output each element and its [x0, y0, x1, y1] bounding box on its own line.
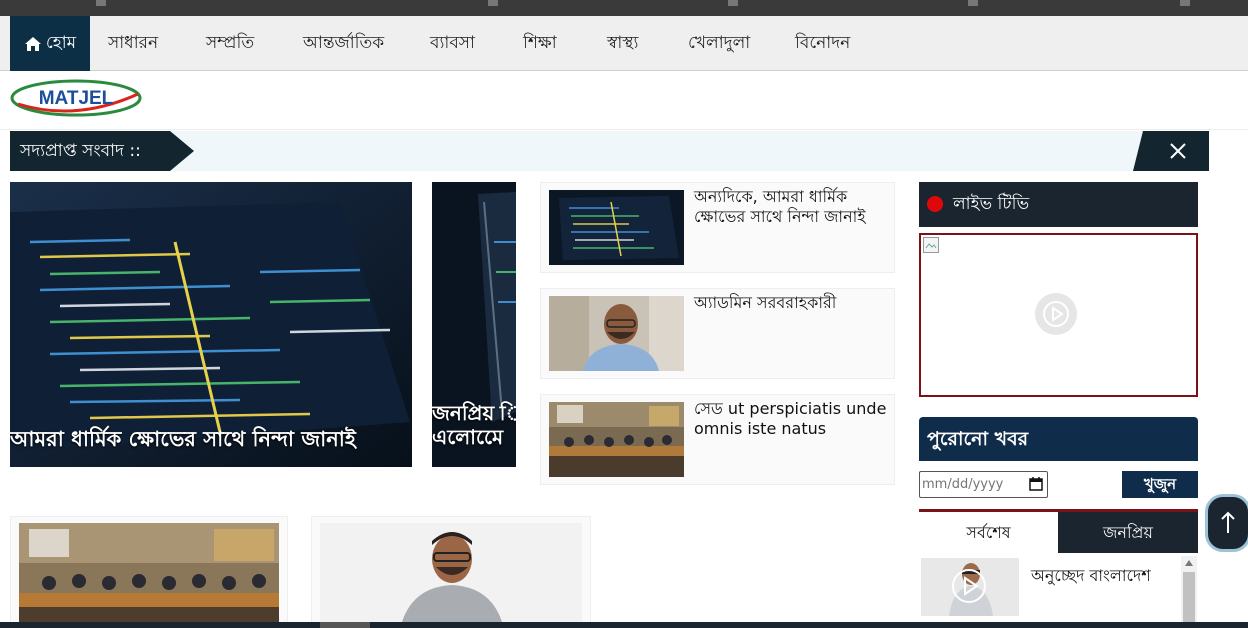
bottom-story-thumb-1 — [19, 523, 279, 627]
featured-title-2a[interactable]: জনপ্রিয় ি — [432, 401, 516, 425]
nav-item-international[interactable]: আন্তর্জাতিক — [303, 16, 384, 71]
news-card-thumb-1 — [549, 190, 684, 265]
news-card-title-1[interactable]: অন্যদিকে, আমরা ধার্মিক ক্ষোভের সাথে নিন্… — [694, 187, 889, 227]
broken-image-icon — [923, 237, 939, 253]
play-button[interactable] — [1035, 293, 1077, 335]
news-card-title-3[interactable]: সেড ut perspiciatis unde omnis iste natu… — [694, 399, 889, 439]
scroll-thumb[interactable] — [1183, 572, 1195, 626]
breaking-close-button[interactable] — [1133, 131, 1209, 171]
live-tv-player[interactable] — [919, 233, 1198, 397]
nav-home[interactable]: হোম — [10, 16, 90, 71]
bottom-story-thumb-2 — [320, 523, 582, 627]
news-card-1[interactable]: অন্যদিকে, আমরা ধার্মিক ক্ষোভের সাথে নিন্… — [540, 182, 895, 273]
scroll-up-arrow-icon[interactable] — [1181, 560, 1197, 570]
archive-title: পুরোনো খবর — [919, 417, 1198, 461]
browser-top-strip — [0, 0, 1248, 16]
live-tv-header: লাইভ টিভি — [919, 182, 1198, 227]
home-icon — [24, 36, 41, 51]
latest-item-thumb[interactable] — [921, 558, 1019, 616]
news-tabs: সর্বশেষ জনপ্রিয় — [919, 509, 1198, 553]
play-icon — [1043, 301, 1069, 327]
news-card-2[interactable]: অ্যাডমিন সরবরাহকারী — [540, 288, 895, 379]
featured-title-1[interactable]: আমরা ধার্মিক ক্ষোভের সাথে নিন্দা জানাই — [10, 427, 356, 451]
logo-text: MATJEL — [39, 88, 114, 109]
bottom-scrollbar[interactable] — [0, 622, 1248, 628]
breaking-news-bar: সদ্যপ্রাপ্ত সংবাদ :: — [10, 131, 1209, 171]
arrow-up-icon — [1221, 511, 1235, 533]
close-icon — [1170, 143, 1186, 159]
nav-item-education[interactable]: শিক্ষা — [523, 16, 557, 71]
nav-home-label: হোম — [45, 32, 77, 53]
tab-popular[interactable]: জনপ্রিয় — [1058, 512, 1198, 553]
live-dot-icon — [927, 196, 943, 212]
nav-item-health[interactable]: স্বাস্থ্য — [607, 16, 638, 71]
calendar-icon[interactable] — [1029, 477, 1043, 491]
back-to-top-button[interactable] — [1205, 494, 1248, 552]
featured-story-1[interactable]: আমরা ধার্মিক ক্ষোভের সাথে নিন্দা জানাই — [10, 182, 412, 467]
nav-item-recent[interactable]: সম্প্রতি — [206, 16, 254, 71]
news-card-3[interactable]: সেড ut perspiciatis unde omnis iste natu… — [540, 394, 895, 485]
news-card-title-2[interactable]: অ্যাডমিন সরবরাহকারী — [694, 293, 889, 313]
tab-latest[interactable]: সর্বশেষ — [919, 512, 1058, 553]
news-card-thumb-2 — [549, 296, 684, 371]
nav-item-sports[interactable]: খেলাদুলা — [688, 16, 750, 71]
featured-story-2[interactable]: জনপ্রিয় ি এলোমেে — [432, 182, 516, 467]
bottom-story-1[interactable] — [10, 516, 288, 628]
featured-title-2b[interactable]: এলোমেে — [432, 425, 516, 449]
live-tv-title: লাইভ টিভি — [953, 193, 1030, 214]
latest-item-title[interactable]: অনুচ্ছেদ বাংলাদেশ — [1031, 563, 1151, 590]
header-logo-area: MATJEL — [0, 72, 1248, 130]
main-nav: হোম সাধারন সম্প্রতি আন্তর্জাতিক ব্যাবসা … — [0, 16, 1248, 71]
breaking-news-label: সদ্যপ্রাপ্ত সংবাদ :: — [10, 131, 194, 171]
nav-item-business[interactable]: ব্যাবসা — [430, 16, 475, 71]
nav-item-general[interactable]: সাধারন — [108, 16, 158, 71]
latest-scrollbar[interactable] — [1181, 556, 1197, 626]
featured-image-1 — [10, 182, 412, 467]
site-logo[interactable]: MATJEL — [10, 78, 142, 118]
bottom-story-2[interactable] — [311, 516, 591, 628]
archive-search-button[interactable]: খুজুন — [1122, 471, 1198, 498]
news-card-thumb-3 — [549, 402, 684, 477]
nav-item-entertainment[interactable]: বিনোদন — [795, 16, 850, 71]
